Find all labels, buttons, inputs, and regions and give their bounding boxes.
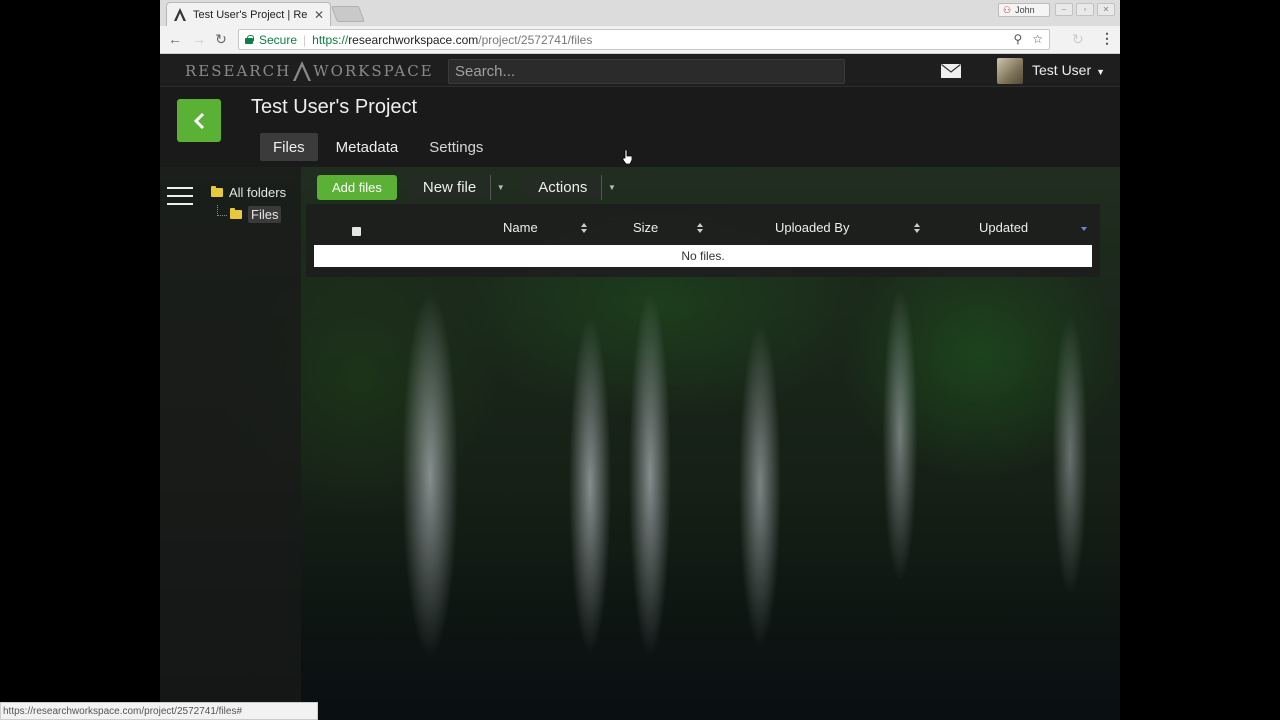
hamburger-menu-icon[interactable] bbox=[167, 187, 193, 205]
status-url: https://researchworkspace.com/project/25… bbox=[3, 705, 243, 717]
profile-name: John bbox=[1015, 5, 1035, 15]
logo-mark-icon bbox=[293, 61, 312, 81]
file-panel: Add files New file ▼ Actions ▼ Name Size… bbox=[301, 167, 1120, 720]
research-workspace-favicon-icon bbox=[173, 8, 187, 22]
new-file-button[interactable]: New file bbox=[408, 174, 491, 200]
select-all-checkbox[interactable] bbox=[352, 227, 361, 236]
actions-button[interactable]: Actions bbox=[524, 174, 602, 200]
close-window-icon[interactable]: ✕ bbox=[1097, 3, 1115, 16]
logo-text-left: RESEARCH bbox=[185, 62, 292, 80]
browser-window: Test User's Project | Re ✕ ⚇ John – ▫ ✕ … bbox=[160, 0, 1120, 720]
url-host: researchworkspace.com bbox=[348, 32, 479, 47]
tree-branch-line bbox=[217, 204, 227, 216]
project-title: Test User's Project bbox=[251, 96, 418, 118]
file-toolbar: Add files New file ▼ Actions ▼ bbox=[317, 174, 629, 200]
reload-icon[interactable]: ↻ bbox=[212, 31, 230, 48]
add-files-button[interactable]: Add files bbox=[317, 174, 397, 200]
tab-metadata[interactable]: Metadata bbox=[323, 133, 412, 161]
chevron-down-icon: ▼ bbox=[1096, 67, 1106, 77]
app-topbar: RESEARCH WORKSPACE Test User ▼ bbox=[160, 55, 1120, 87]
new-tab-button[interactable] bbox=[331, 6, 365, 22]
url-path: /project/2572741/files bbox=[478, 32, 593, 47]
mail-icon[interactable] bbox=[941, 64, 961, 78]
folder-tree: All folders Files bbox=[211, 181, 286, 225]
address-separator: | bbox=[303, 32, 307, 47]
secure-label: Secure bbox=[259, 32, 298, 47]
profile-chip[interactable]: ⚇ John bbox=[998, 3, 1050, 17]
sort-icon[interactable] bbox=[581, 223, 587, 234]
sort-descending-icon[interactable] bbox=[1081, 227, 1087, 231]
back-button[interactable] bbox=[177, 99, 221, 142]
sort-icon[interactable] bbox=[914, 223, 920, 234]
browser-toolbar: ← → ↻ Secure | https:// researchworkspac… bbox=[160, 26, 1120, 54]
browser-menu-icon[interactable]: ⋮ bbox=[1100, 30, 1114, 47]
maximize-icon[interactable]: ▫ bbox=[1076, 3, 1094, 16]
research-workspace-logo[interactable]: RESEARCH WORKSPACE bbox=[185, 61, 434, 81]
tree-item-all-folders[interactable]: All folders bbox=[211, 181, 286, 203]
tree-item-label: Files bbox=[248, 205, 282, 223]
project-tabs: Files Metadata Settings bbox=[260, 133, 501, 161]
window-controls: – ▫ ✕ bbox=[1055, 3, 1115, 16]
chevron-left-icon bbox=[193, 112, 205, 129]
user-menu[interactable]: Test User ▼ bbox=[1032, 62, 1105, 78]
column-header-name[interactable]: Name bbox=[503, 220, 538, 235]
sort-icon[interactable] bbox=[697, 223, 703, 234]
column-header-updated[interactable]: Updated bbox=[979, 220, 1028, 235]
tab-close-icon[interactable]: ✕ bbox=[314, 8, 324, 22]
forward-arrow-icon[interactable]: → bbox=[190, 31, 208, 47]
tab-settings[interactable]: Settings bbox=[416, 133, 496, 161]
empty-files-row: No files. bbox=[314, 245, 1092, 267]
minimize-icon[interactable]: – bbox=[1055, 3, 1073, 16]
files-table: Name Size Uploaded By Updated No files. bbox=[306, 204, 1100, 277]
column-header-size[interactable]: Size bbox=[633, 220, 658, 235]
user-name: Test User bbox=[1032, 62, 1092, 78]
address-bar[interactable]: Secure | https:// researchworkspace.com … bbox=[238, 29, 1050, 50]
actions-dropdown-icon[interactable]: ▼ bbox=[601, 174, 621, 200]
new-file-dropdown-icon[interactable]: ▼ bbox=[490, 174, 510, 200]
tree-item-files[interactable]: Files bbox=[217, 203, 286, 225]
logo-text-right: WORKSPACE bbox=[313, 62, 434, 80]
table-header: Name Size Uploaded By Updated bbox=[306, 210, 1100, 242]
folder-icon bbox=[230, 207, 242, 219]
column-header-uploaded-by[interactable]: Uploaded By bbox=[775, 220, 849, 235]
folder-sidebar: All folders Files bbox=[160, 167, 301, 720]
user-avatar[interactable] bbox=[997, 58, 1023, 84]
bookmark-star-icon[interactable]: ☆ bbox=[1032, 32, 1043, 46]
app-root: RESEARCH WORKSPACE Test User ▼ Test User'… bbox=[160, 55, 1120, 720]
browser-tab[interactable]: Test User's Project | Re ✕ bbox=[166, 2, 331, 26]
mouse-cursor-icon bbox=[622, 150, 632, 164]
key-icon[interactable]: ⚲ bbox=[1013, 32, 1022, 46]
status-bar: https://researchworkspace.com/project/25… bbox=[0, 702, 318, 720]
back-arrow-icon[interactable]: ← bbox=[166, 31, 184, 47]
open-folder-icon bbox=[211, 185, 223, 197]
lock-icon bbox=[245, 35, 254, 44]
profile-icon: ⚇ bbox=[1003, 4, 1012, 15]
tab-title: Test User's Project | Re bbox=[193, 8, 308, 21]
tree-item-label: All folders bbox=[229, 184, 287, 200]
extension-icon[interactable]: ↻ bbox=[1072, 31, 1084, 48]
project-header: Test User's Project Files Metadata Setti… bbox=[160, 87, 1120, 167]
tab-strip: Test User's Project | Re ✕ ⚇ John – ▫ ✕ bbox=[160, 0, 1120, 26]
url-scheme: https:// bbox=[312, 32, 349, 47]
tab-files[interactable]: Files bbox=[260, 133, 318, 161]
search-input[interactable] bbox=[448, 59, 845, 84]
